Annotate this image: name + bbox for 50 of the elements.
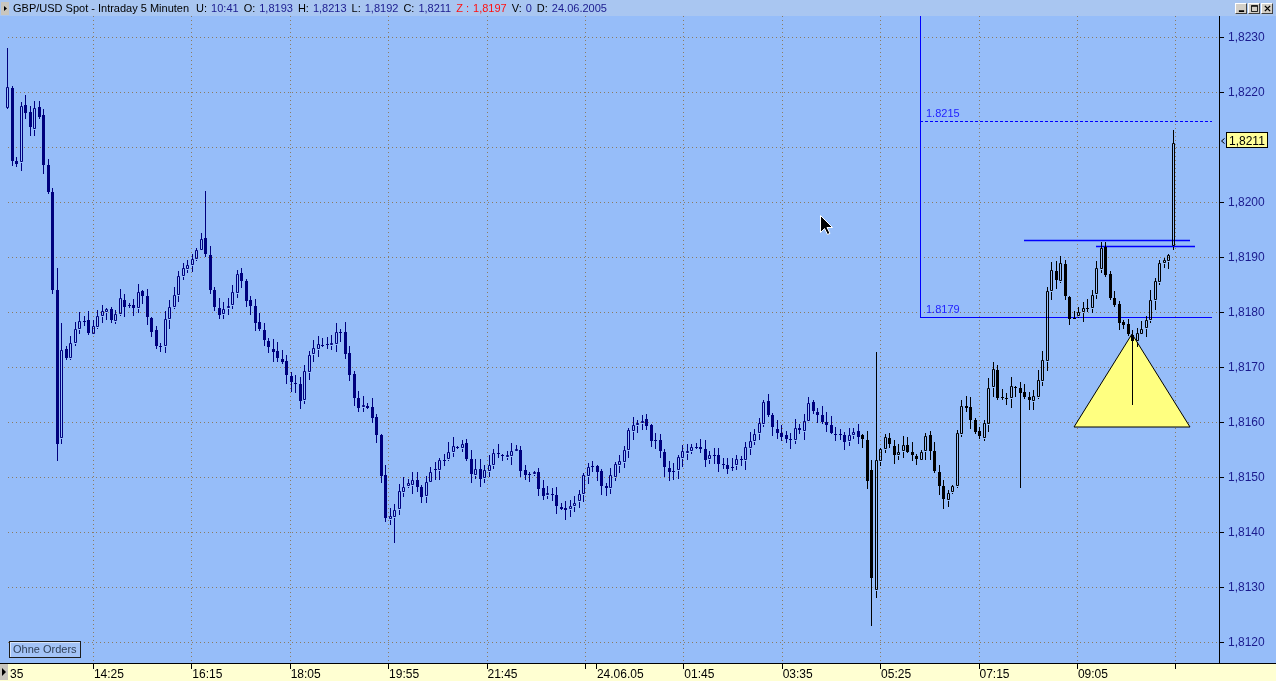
quote-value: 1,8211: [418, 2, 452, 14]
time-label: 16:15: [192, 667, 223, 681]
quote-label: O:: [243, 2, 256, 14]
time-label: 35: [10, 667, 24, 681]
quote-label: D:: [536, 2, 548, 14]
price-label: 1,8200: [1228, 195, 1265, 209]
quote-label: V:: [511, 2, 522, 14]
time-label: 18:05: [290, 667, 321, 681]
maximize-icon: [1250, 4, 1258, 12]
minimize-button[interactable]: [1235, 2, 1247, 14]
price-label: 1,8160: [1228, 415, 1265, 429]
quote-value: 10:41: [211, 2, 239, 14]
time-label: 05:25: [881, 667, 912, 681]
quote-value: 24.06.2005: [551, 2, 607, 14]
price-label: 1,8170: [1228, 360, 1265, 374]
price-label: 1,8180: [1228, 305, 1265, 319]
quote-value: 1,8193: [259, 2, 293, 14]
price-label: 1,8120: [1228, 635, 1265, 649]
price-label: 1,8230: [1228, 30, 1265, 44]
level-label: 1.8179: [926, 303, 960, 315]
maximize-button[interactable]: [1248, 2, 1260, 14]
quote-label: L:: [351, 2, 361, 14]
quote-value: 1,8213: [312, 2, 347, 14]
time-label: 03:35: [782, 667, 813, 681]
window-title: GBP/USD Spot - Intraday 5 Minuten: [13, 2, 190, 14]
quote-value: 1,8197: [473, 2, 507, 14]
time-label: 07:15: [979, 667, 1010, 681]
time-label: 21:45: [487, 667, 518, 681]
time-label: 14:25: [93, 667, 124, 681]
level-label: 1.8215: [926, 107, 960, 119]
price-label: 1,8140: [1228, 525, 1265, 539]
time-label: 19:55: [389, 667, 420, 681]
price-tag: 1,8211: [1226, 132, 1268, 148]
quote-value: 0: [525, 2, 532, 14]
price-label: 1,8190: [1228, 250, 1265, 264]
close-icon: [1263, 4, 1271, 12]
time-label: 09:05: [1077, 667, 1108, 681]
orders-toggle-button[interactable]: Ohne Orders: [9, 641, 81, 658]
quote-label: U:: [196, 2, 208, 14]
time-label: 24.06.05: [596, 667, 644, 681]
price-label: 1,8220: [1228, 85, 1265, 99]
time-label: 01:45: [684, 667, 715, 681]
price-label: 1,8130: [1228, 580, 1265, 594]
quote-value: 1,8192: [364, 2, 399, 14]
price-label: 1,8150: [1228, 470, 1265, 484]
close-button[interactable]: [1261, 2, 1273, 14]
quote-label: C:: [403, 2, 415, 14]
quote-label: H:: [297, 2, 309, 14]
mouse-pointer-icon: [820, 215, 833, 235]
quote-label: Z :: [456, 2, 470, 14]
